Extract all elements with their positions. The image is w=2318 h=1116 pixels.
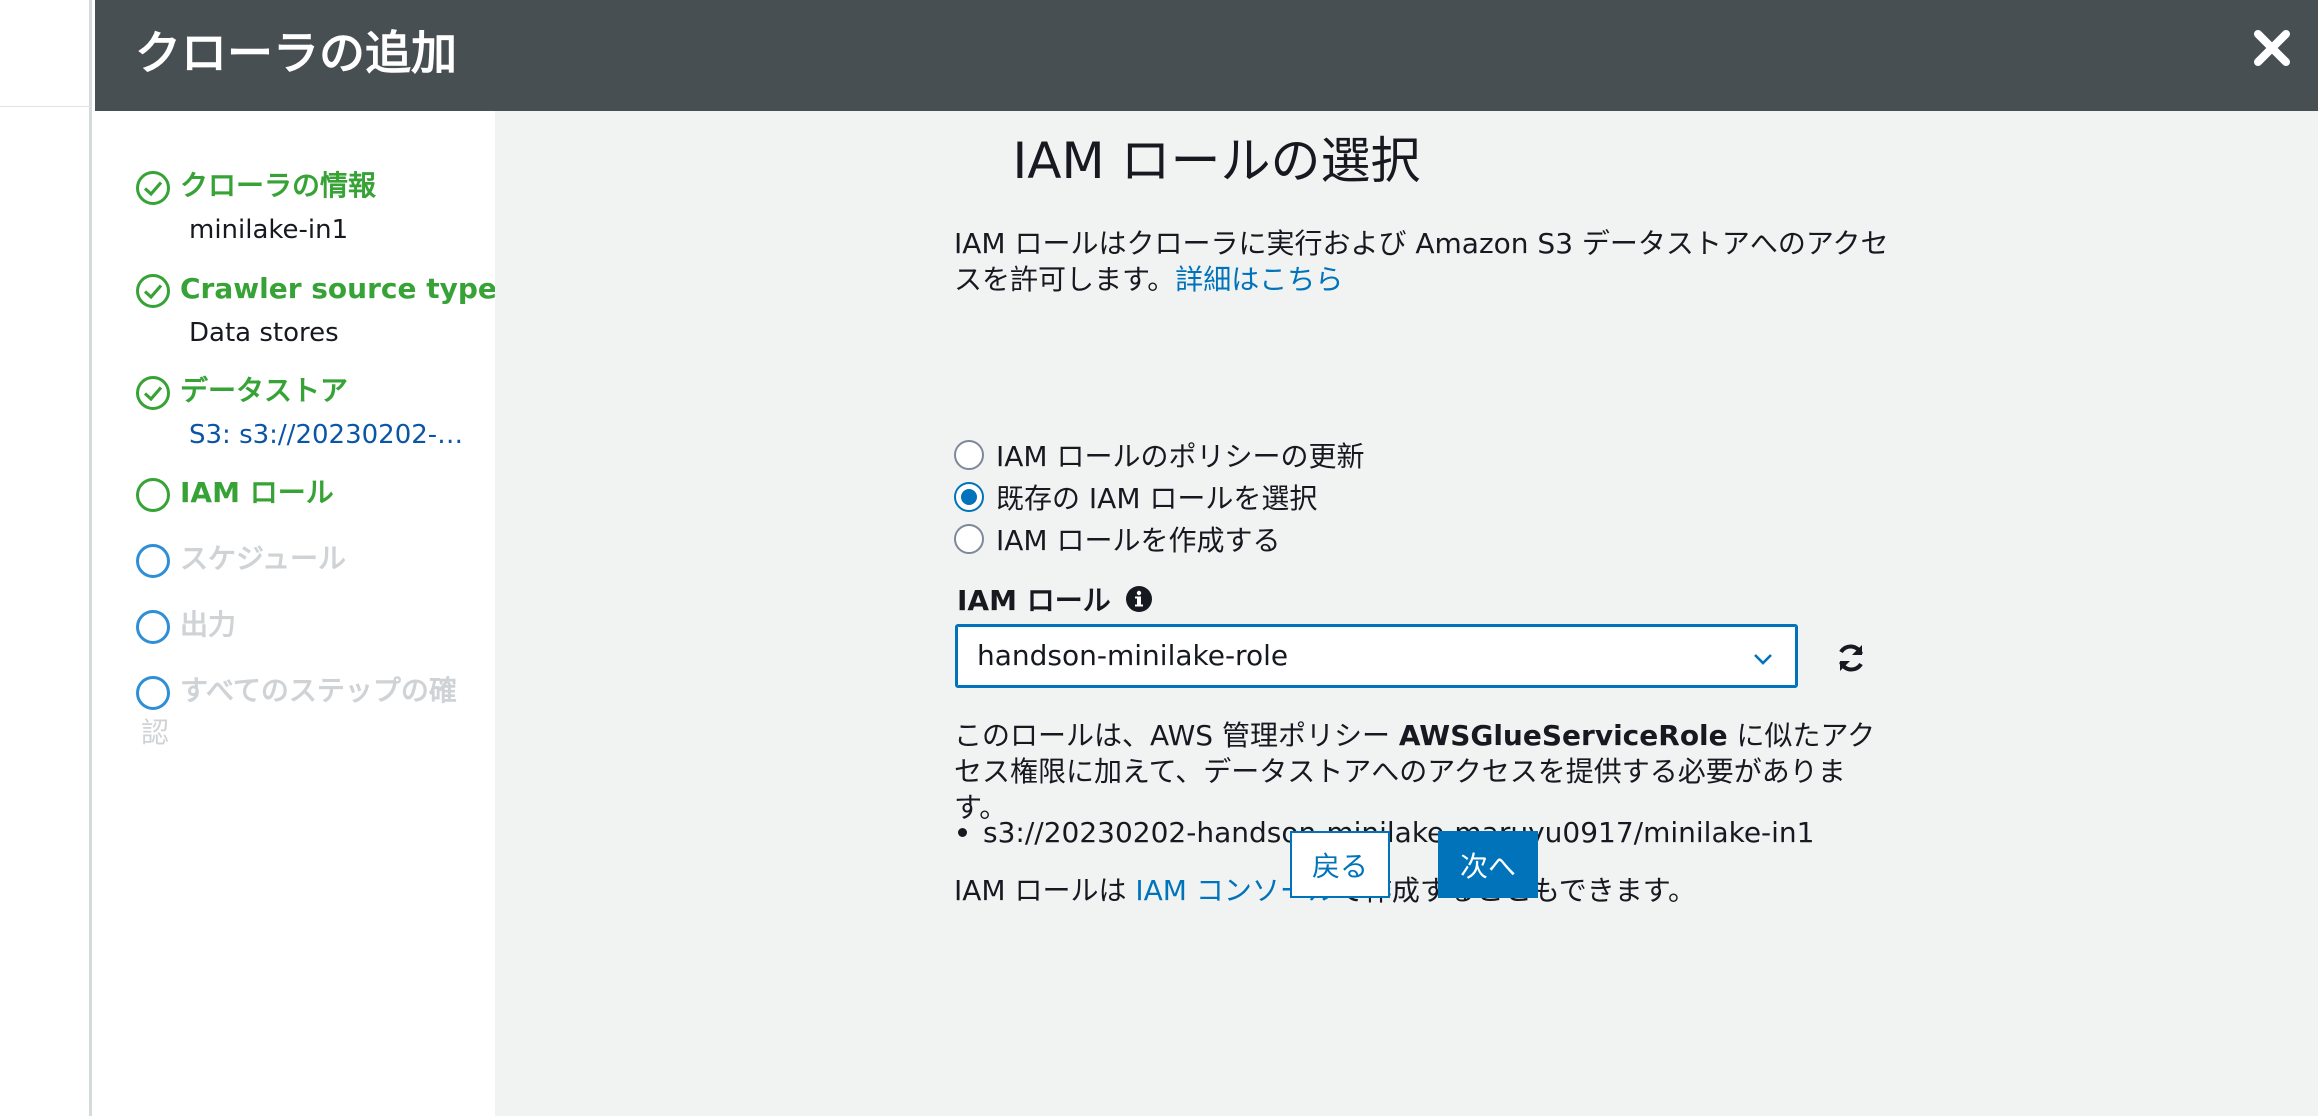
select-value: handson-minilake-role — [977, 639, 1289, 672]
chevron-down-icon — [1754, 654, 1772, 665]
radio-button[interactable] — [954, 440, 984, 470]
radio-label: 既存の IAM ロールを選択 — [996, 482, 1318, 515]
field-label-text: IAM ロール — [957, 584, 1111, 617]
info-icon[interactable] — [1125, 585, 1153, 613]
wizard-steps-sidebar: クローラの情報 minilake-in1 Crawler source type… — [95, 111, 497, 1116]
learn-more-link[interactable]: 詳細はこちら — [1175, 263, 1343, 296]
step-value: Data stores — [189, 318, 339, 348]
bullet-dot — [958, 828, 967, 837]
radio-choose-existing[interactable]: 既存の IAM ロールを選択 — [954, 479, 1317, 515]
next-button[interactable]: 次へ — [1438, 831, 1538, 898]
step-label-line2: 認 — [141, 716, 170, 749]
role-requirement-text: このロールは、AWS 管理ポリシー AWSGlueServiceRole に似た… — [954, 718, 1894, 826]
empty-circle-icon — [136, 610, 170, 644]
check-circle-icon — [136, 274, 170, 308]
step-label: データストア — [180, 374, 349, 407]
step-value-link[interactable]: S3: s3://20230202-… — [189, 417, 463, 453]
radio-update-policy[interactable]: IAM ロールのポリシーの更新 — [954, 437, 1364, 473]
description-line2-text: スを許可します。 — [954, 263, 1176, 296]
background-page-strip — [0, 0, 92, 1116]
iam-role-field-label: IAM ロール — [957, 579, 1153, 619]
console-hint-prefix: IAM ロールは — [954, 874, 1136, 907]
data-store-path: s3://20230202-handson-minilake-maruyu091… — [983, 816, 1815, 849]
main-panel: IAM ロールの選択 IAM ロールはクローラに実行および Amazon S3 … — [495, 111, 2318, 1116]
step-label: Crawler source type — [180, 272, 497, 305]
radio-label: IAM ロールを作成する — [996, 524, 1281, 557]
step-label: 出力 — [180, 608, 237, 641]
step-value: minilake-in1 — [189, 215, 349, 245]
empty-circle-icon — [136, 478, 170, 512]
step-label: IAM ロール — [180, 476, 334, 509]
radio-label: IAM ロールのポリシーの更新 — [996, 440, 1365, 473]
policy-name: AWSGlueServiceRole — [1398, 719, 1728, 752]
radio-button-selected[interactable] — [954, 482, 984, 512]
iam-role-select[interactable]: handson-minilake-role — [955, 624, 1798, 688]
step-label: すべてのステップの確 — [180, 674, 457, 707]
description-line2: スを許可します。詳細はこちら — [954, 262, 1914, 298]
step-label: クローラの情報 — [180, 169, 377, 202]
radio-button[interactable] — [954, 524, 984, 554]
check-circle-icon — [136, 376, 170, 410]
page-title: IAM ロールの選択 — [1012, 132, 1421, 190]
refresh-icon[interactable] — [1834, 641, 1868, 675]
role-requirement-prefix: このロールは、AWS 管理ポリシー — [954, 719, 1399, 752]
modal-header: クローラの追加 — [95, 0, 2318, 111]
description: IAM ロールはクローラに実行および Amazon S3 データストアへのアクセ… — [954, 226, 1914, 298]
modal-title: クローラの追加 — [135, 26, 457, 80]
description-line1: IAM ロールはクローラに実行および Amazon S3 データストアへのアクセ — [954, 227, 1889, 260]
empty-circle-icon — [136, 676, 170, 710]
step-label: スケジュール — [180, 542, 347, 575]
empty-circle-icon — [136, 544, 170, 578]
radio-create-role[interactable]: IAM ロールを作成する — [954, 521, 1280, 557]
check-circle-icon — [136, 171, 170, 205]
divider — [0, 106, 92, 107]
back-button[interactable]: 戻る — [1290, 831, 1390, 898]
close-icon[interactable] — [2250, 26, 2294, 70]
iam-role-form: IAM ロールはクローラに実行および Amazon S3 データストアへのアクセ… — [954, 226, 1914, 907]
